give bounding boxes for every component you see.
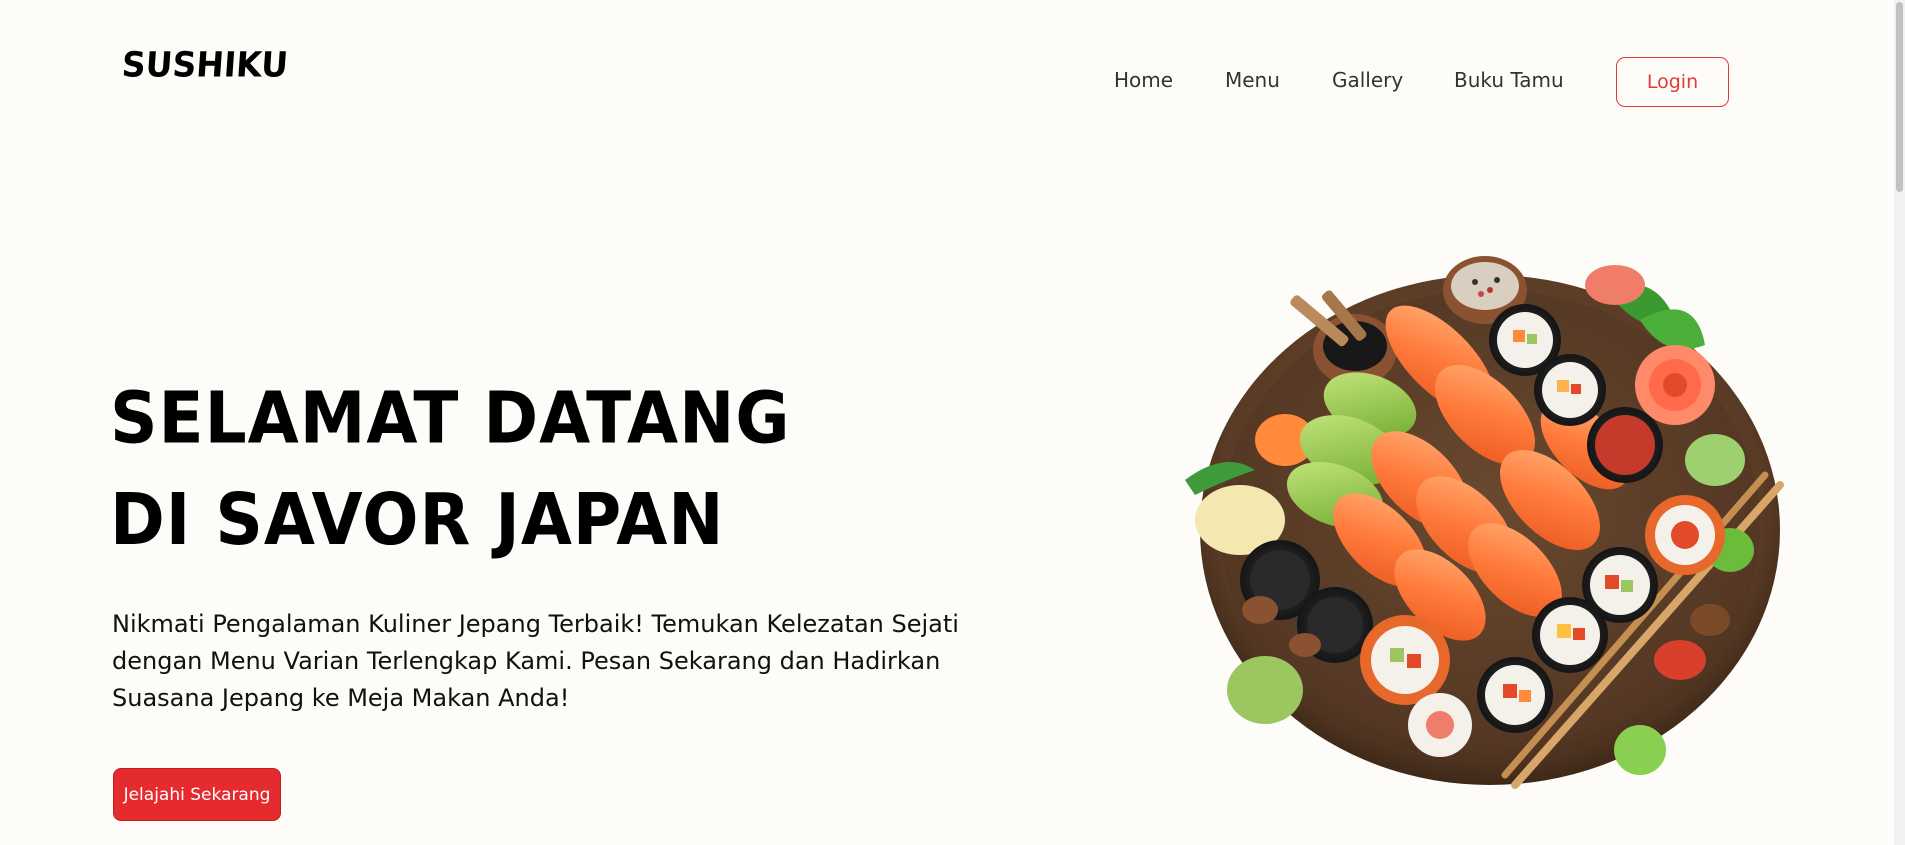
- login-button[interactable]: Login: [1616, 57, 1729, 107]
- nav-link-buku-tamu[interactable]: Buku Tamu: [1454, 68, 1564, 92]
- wasabi-ball: [1227, 656, 1303, 724]
- sushi-platter-image: [1185, 256, 1784, 789]
- hero-title-line-1: SELAMAT DATANG: [110, 376, 791, 460]
- hero-title-line-2: DI SAVOR JAPAN: [110, 478, 725, 562]
- nav-link-gallery[interactable]: Gallery: [1332, 68, 1403, 92]
- nav-link-home[interactable]: Home: [1114, 68, 1173, 92]
- flower-garnish: [1635, 345, 1715, 425]
- scrollbar-thumb[interactable]: [1896, 2, 1903, 192]
- page: SUSHIKU Home Menu Gallery Buku Tamu Logi…: [0, 0, 1905, 845]
- hero-description: Nikmati Pengalaman Kuliner Jepang Terbai…: [112, 610, 959, 712]
- logo[interactable]: SUSHIKU: [121, 44, 290, 85]
- explore-now-button[interactable]: Jelajahi Sekarang: [113, 768, 281, 821]
- hero-title: SELAMAT DATANG DI SAVOR JAPAN: [110, 368, 791, 571]
- nav-link-menu[interactable]: Menu: [1225, 68, 1280, 92]
- navbar: SUSHIKU Home Menu Gallery Buku Tamu Logi…: [0, 0, 1905, 136]
- scrollbar[interactable]: [1894, 0, 1905, 845]
